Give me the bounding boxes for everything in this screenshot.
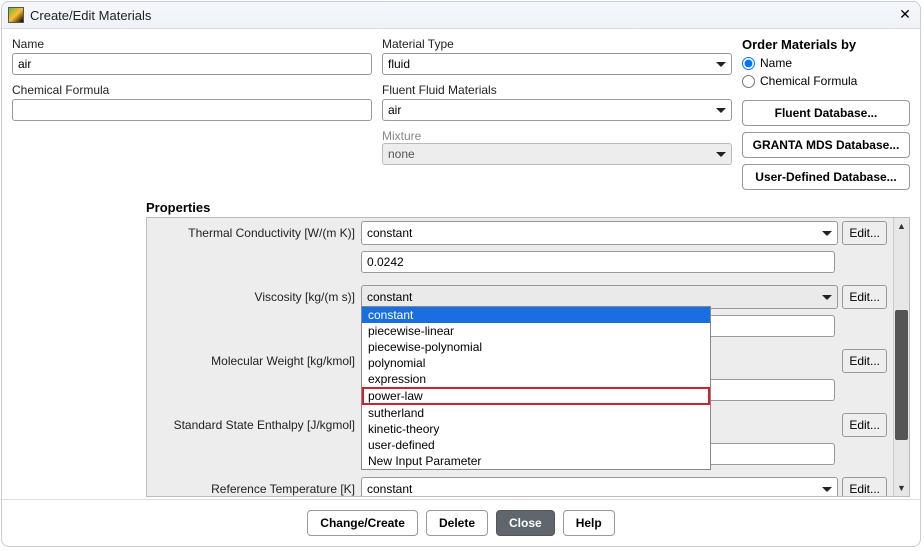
- properties-box: Thermal Conductivity [W/(m K)] constant …: [146, 217, 910, 497]
- materials-dialog: Create/Edit Materials ✕ Name Chemical Fo…: [1, 1, 921, 547]
- viscosity-option[interactable]: user-defined: [362, 437, 710, 453]
- label-fluent-materials: Fluent Fluid Materials: [382, 83, 732, 97]
- fluent-materials-select[interactable]: air: [382, 99, 732, 121]
- viscosity-option[interactable]: piecewise-linear: [362, 323, 710, 339]
- edit-button[interactable]: Edit...: [842, 349, 887, 373]
- chevron-down-icon: [716, 152, 726, 157]
- prop-label: Viscosity [kg/(m s)]: [153, 290, 361, 304]
- chevron-down-icon: [716, 62, 726, 67]
- viscosity-option[interactable]: constant: [362, 307, 710, 323]
- edit-button[interactable]: Edit...: [842, 285, 887, 309]
- prop-label: Reference Temperature [K]: [153, 482, 361, 496]
- mixture-value: none: [388, 147, 415, 161]
- granta-database-button[interactable]: GRANTA MDS Database...: [742, 132, 910, 158]
- chevron-down-icon: [822, 231, 832, 236]
- order-name-radio[interactable]: Name: [742, 56, 910, 70]
- properties-heading: Properties: [146, 200, 910, 215]
- prop-label: Standard State Enthalpy [J/kgmol]: [153, 418, 361, 432]
- edit-button[interactable]: Edit...: [842, 477, 887, 496]
- properties-section: Properties Thermal Conductivity [W/(m K)…: [12, 200, 910, 497]
- fluent-database-button[interactable]: Fluent Database...: [742, 100, 910, 126]
- material-type-value: fluid: [388, 57, 410, 71]
- chemical-formula-input[interactable]: [12, 99, 372, 121]
- scroll-up-icon[interactable]: ▲: [894, 218, 909, 234]
- scroll-down-icon[interactable]: ▼: [894, 480, 909, 496]
- edit-button[interactable]: Edit...: [842, 221, 887, 245]
- viscosity-option[interactable]: expression: [362, 371, 710, 387]
- viscosity-dropdown[interactable]: constantpiecewise-linearpiecewise-polyno…: [361, 306, 711, 470]
- column-middle: Material Type fluid Fluent Fluid Materia…: [382, 37, 732, 196]
- viscosity-option[interactable]: polynomial: [362, 355, 710, 371]
- fluent-materials-value: air: [388, 103, 401, 117]
- select-value: constant: [367, 290, 412, 304]
- scrollbar-thumb[interactable]: [895, 310, 908, 440]
- thermal-conductivity-method-select[interactable]: constant: [361, 221, 838, 245]
- viscosity-option[interactable]: kinetic-theory: [362, 421, 710, 437]
- prop-row-thermal-conductivity: Thermal Conductivity [W/(m K)] constant …: [147, 218, 893, 248]
- close-button[interactable]: Close: [496, 510, 555, 536]
- select-value: constant: [367, 226, 412, 240]
- properties-inner: Thermal Conductivity [W/(m K)] constant …: [147, 218, 893, 496]
- prop-label: Molecular Weight [kg/kmol]: [153, 354, 361, 368]
- viscosity-option[interactable]: power-law: [362, 387, 710, 405]
- name-input[interactable]: [12, 53, 372, 75]
- viscosity-option[interactable]: piecewise-polynomial: [362, 339, 710, 355]
- label-chemical-formula: Chemical Formula: [12, 83, 372, 97]
- label-material-type: Material Type: [382, 37, 732, 51]
- prop-value-thermal-conductivity: [147, 248, 893, 276]
- radio-name[interactable]: [742, 57, 755, 70]
- prop-label: Thermal Conductivity [W/(m K)]: [153, 226, 361, 240]
- radio-chem[interactable]: [742, 75, 755, 88]
- user-database-button[interactable]: User-Defined Database...: [742, 164, 910, 190]
- viscosity-option[interactable]: sutherland: [362, 405, 710, 421]
- chevron-down-icon: [822, 487, 832, 492]
- column-left: Name Chemical Formula: [12, 37, 372, 196]
- delete-button[interactable]: Delete: [426, 510, 488, 536]
- prop-row-ref-temp: Reference Temperature [K] constant Edit.…: [147, 474, 893, 496]
- label-order-by: Order Materials by: [742, 37, 910, 52]
- dialog-title: Create/Edit Materials: [30, 8, 896, 23]
- close-icon[interactable]: ✕: [896, 6, 914, 24]
- label-mixture: Mixture: [382, 129, 421, 143]
- dialog-footer: Change/Create Delete Close Help: [2, 499, 920, 546]
- change-create-button[interactable]: Change/Create: [307, 510, 418, 536]
- order-chem-radio[interactable]: Chemical Formula: [742, 74, 910, 88]
- column-right: Order Materials by Name Chemical Formula…: [742, 37, 910, 196]
- chevron-down-icon: [716, 108, 726, 113]
- chevron-down-icon: [822, 295, 832, 300]
- help-button[interactable]: Help: [563, 510, 615, 536]
- select-value: constant: [367, 482, 412, 496]
- radio-chem-label: Chemical Formula: [760, 74, 857, 88]
- app-icon: [8, 7, 24, 23]
- radio-name-label: Name: [760, 56, 792, 70]
- viscosity-option[interactable]: New Input Parameter: [362, 453, 710, 469]
- material-type-select[interactable]: fluid: [382, 53, 732, 75]
- properties-scrollbar[interactable]: ▲ ▼: [893, 218, 909, 496]
- top-row: Name Chemical Formula Material Type flui…: [12, 37, 910, 196]
- dialog-content: Name Chemical Formula Material Type flui…: [2, 29, 920, 499]
- edit-button[interactable]: Edit...: [842, 413, 887, 437]
- ref-temp-method-select[interactable]: constant: [361, 477, 838, 496]
- titlebar: Create/Edit Materials ✕: [2, 2, 920, 29]
- label-name: Name: [12, 37, 372, 51]
- thermal-conductivity-value-input[interactable]: [361, 251, 835, 273]
- mixture-select: none: [382, 143, 732, 165]
